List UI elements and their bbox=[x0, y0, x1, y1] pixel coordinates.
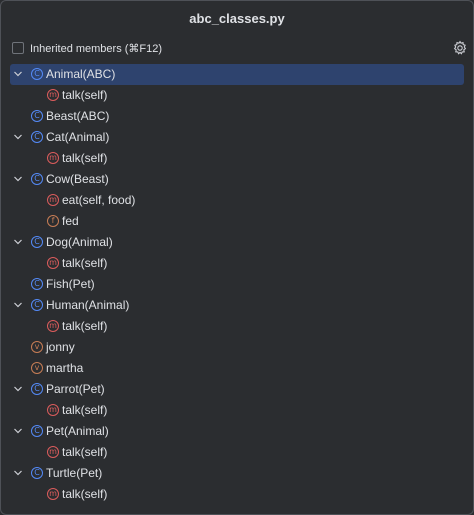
class-icon: C bbox=[31, 299, 43, 311]
chevron-down-icon[interactable] bbox=[13, 237, 23, 247]
tree-row[interactable]: C Parrot(Pet) bbox=[1, 379, 473, 400]
tree-row[interactable]: C Animal(ABC) bbox=[1, 64, 473, 85]
tree-item-label: Parrot(Pet) bbox=[46, 382, 105, 396]
tree-row[interactable]: C Cat(Animal) bbox=[1, 127, 473, 148]
tree-row[interactable]: m talk(self) bbox=[1, 85, 473, 106]
tree-row[interactable]: C Fish(Pet) bbox=[1, 274, 473, 295]
class-icon: C bbox=[31, 110, 43, 122]
tree-item-label: Pet(Animal) bbox=[46, 424, 109, 438]
method-icon: m bbox=[47, 404, 59, 416]
structure-tree: C Animal(ABC) m talk(self) C Beast(ABC) C Cat(A… bbox=[1, 64, 473, 505]
tree-item-label: eat(self, food) bbox=[62, 193, 136, 207]
method-icon: m bbox=[47, 89, 59, 101]
chevron-down-icon[interactable] bbox=[13, 174, 23, 184]
tree-item-label: martha bbox=[46, 361, 84, 375]
tree-item-label: talk(self) bbox=[62, 403, 108, 417]
class-icon: C bbox=[31, 68, 43, 80]
chevron-down-icon[interactable] bbox=[13, 132, 23, 142]
tree-item-label: talk(self) bbox=[62, 445, 108, 459]
tree-item-label: talk(self) bbox=[62, 487, 108, 501]
tree-row[interactable]: m eat(self, food) bbox=[1, 190, 473, 211]
tree-item-label: Fish(Pet) bbox=[46, 277, 95, 291]
tree-item-label: jonny bbox=[46, 340, 75, 354]
tree-item-label: Dog(Animal) bbox=[46, 235, 113, 249]
chevron-down-icon[interactable] bbox=[13, 468, 23, 478]
method-icon: m bbox=[47, 194, 59, 206]
tree-item-label: talk(self) bbox=[62, 319, 108, 333]
tree-row[interactable]: m talk(self) bbox=[1, 148, 473, 169]
tree-row[interactable]: m talk(self) bbox=[1, 484, 473, 505]
tree-item-label: Human(Animal) bbox=[46, 298, 130, 312]
toolbar: Inherited members (⌘F12) bbox=[1, 37, 473, 59]
tree-row[interactable]: C Dog(Animal) bbox=[1, 232, 473, 253]
method-icon: m bbox=[47, 446, 59, 458]
tree-row[interactable]: m talk(self) bbox=[1, 442, 473, 463]
method-icon: m bbox=[47, 320, 59, 332]
inherited-members-label[interactable]: Inherited members (⌘F12) bbox=[30, 42, 162, 55]
tree-row[interactable]: m talk(self) bbox=[1, 400, 473, 421]
method-icon: m bbox=[47, 152, 59, 164]
tree-row[interactable]: f fed bbox=[1, 211, 473, 232]
method-icon: m bbox=[47, 257, 59, 269]
tree-item-label: Animal(ABC) bbox=[46, 67, 116, 81]
popup-title: abc_classes.py bbox=[189, 11, 285, 26]
inherited-members-checkbox[interactable] bbox=[12, 42, 24, 54]
tree-item-label: talk(self) bbox=[62, 151, 108, 165]
variable-icon: v bbox=[31, 362, 43, 374]
tree-item-label: Cow(Beast) bbox=[46, 172, 109, 186]
class-icon: C bbox=[31, 278, 43, 290]
variable-icon: v bbox=[31, 341, 43, 353]
tree-row[interactable]: C Human(Animal) bbox=[1, 295, 473, 316]
tree-row[interactable]: C Beast(ABC) bbox=[1, 106, 473, 127]
tree-row[interactable]: C Pet(Animal) bbox=[1, 421, 473, 442]
structure-popup: abc_classes.py Inherited members (⌘F12) … bbox=[0, 0, 474, 515]
chevron-down-icon[interactable] bbox=[13, 426, 23, 436]
tree-item-label: Beast(ABC) bbox=[46, 109, 110, 123]
method-icon: m bbox=[47, 488, 59, 500]
chevron-down-icon[interactable] bbox=[13, 300, 23, 310]
class-icon: C bbox=[31, 131, 43, 143]
class-icon: C bbox=[31, 425, 43, 437]
tree-row[interactable]: m talk(self) bbox=[1, 253, 473, 274]
tree-item-label: talk(self) bbox=[62, 256, 108, 270]
class-icon: C bbox=[31, 383, 43, 395]
tree-item-label: talk(self) bbox=[62, 88, 108, 102]
tree-item-label: fed bbox=[62, 214, 79, 228]
tree-row[interactable]: m talk(self) bbox=[1, 316, 473, 337]
field-icon: f bbox=[47, 215, 59, 227]
tree-item-label: Cat(Animal) bbox=[46, 130, 110, 144]
tree-row[interactable]: v jonny bbox=[1, 337, 473, 358]
class-icon: C bbox=[31, 467, 43, 479]
chevron-down-icon[interactable] bbox=[13, 69, 23, 79]
tree-row[interactable]: C Turtle(Pet) bbox=[1, 463, 473, 484]
tree-row[interactable]: C Cow(Beast) bbox=[1, 169, 473, 190]
gear-icon[interactable] bbox=[452, 40, 468, 56]
class-icon: C bbox=[31, 236, 43, 248]
chevron-down-icon[interactable] bbox=[13, 384, 23, 394]
class-icon: C bbox=[31, 173, 43, 185]
tree-row[interactable]: v martha bbox=[1, 358, 473, 379]
tree-item-label: Turtle(Pet) bbox=[46, 466, 103, 480]
